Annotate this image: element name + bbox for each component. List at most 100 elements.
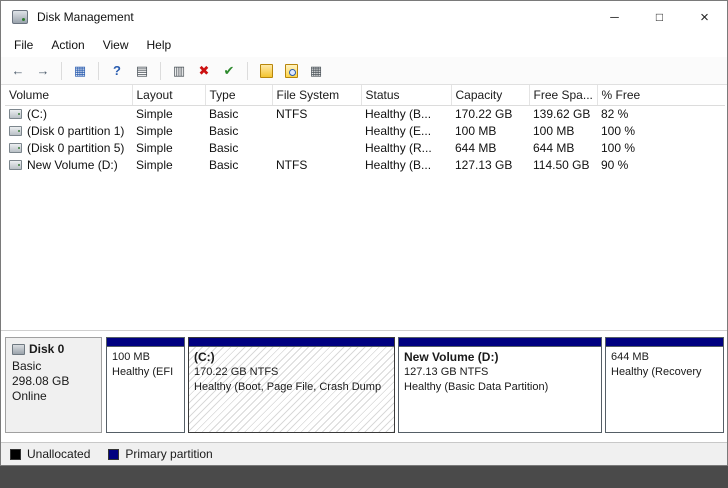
help-icon[interactable]: ? <box>106 61 128 81</box>
cell-capacity: 127.13 GB <box>451 156 529 173</box>
menu-view[interactable]: View <box>94 35 138 55</box>
cell-pct: 90 % <box>597 156 725 173</box>
table-row[interactable]: (C:) Simple Basic NTFS Healthy (B... 170… <box>5 105 725 122</box>
cell-type: Basic <box>205 122 272 139</box>
cell-pct: 82 % <box>597 105 725 122</box>
table-row[interactable]: (Disk 0 partition 1) Simple Basic Health… <box>5 122 725 139</box>
partition-efi[interactable]: 100 MB Healthy (EFI <box>106 337 185 433</box>
disk-icon <box>12 344 25 355</box>
disk-type: Basic <box>12 359 97 374</box>
col-file-system[interactable]: File System <box>272 85 361 105</box>
partition-label: (C:) <box>194 350 389 365</box>
partition-status: Healthy (Basic Data Partition) <box>404 380 596 395</box>
cell-layout: Simple <box>132 156 205 173</box>
cell-status: Healthy (B... <box>361 156 451 173</box>
toolbar: ← → ▦ ? ▤ ▥ ✖ ✔ ▦ <box>1 57 727 85</box>
volume-table: Volume Layout Type File System Status Ca… <box>5 85 725 173</box>
disk0-panel[interactable]: Disk 0 Basic 298.08 GB Online <box>5 337 102 433</box>
cell-free: 139.62 GB <box>529 105 597 122</box>
partition-size: 644 MB <box>611 350 718 365</box>
cell-capacity: 100 MB <box>451 122 529 139</box>
partition-recovery[interactable]: 644 MB Healthy (Recovery <box>605 337 724 433</box>
partition-strip: 100 MB Healthy (EFI (C:) 170.22 GB NTFS … <box>106 337 724 433</box>
console-tree-icon[interactable]: ▦ <box>69 61 91 81</box>
cell-free: 114.50 GB <box>529 156 597 173</box>
minimize-button[interactable]: ─ <box>592 1 637 33</box>
volume-list-pane: Volume Layout Type File System Status Ca… <box>1 85 727 330</box>
cell-pct: 100 % <box>597 122 725 139</box>
menu-action[interactable]: Action <box>42 35 93 55</box>
volume-name: New Volume (D:) <box>27 158 118 172</box>
toolbar-separator <box>61 62 62 80</box>
col-status[interactable]: Status <box>361 85 451 105</box>
partition-c[interactable]: (C:) 170.22 GB NTFS Healthy (Boot, Page … <box>188 337 395 433</box>
back-icon[interactable]: ← <box>7 61 29 81</box>
partition-size: 170.22 GB NTFS <box>194 365 389 380</box>
forward-icon[interactable]: → <box>32 61 54 81</box>
cell-layout: Simple <box>132 122 205 139</box>
cell-status: Healthy (E... <box>361 122 451 139</box>
cell-type: Basic <box>205 139 272 156</box>
cell-type: Basic <box>205 156 272 173</box>
legend-unallocated: Unallocated <box>10 447 90 461</box>
partition-size: 127.13 GB NTFS <box>404 365 596 380</box>
partition-color-bar <box>606 338 723 347</box>
cell-free: 644 MB <box>529 139 597 156</box>
menu-file[interactable]: File <box>5 35 42 55</box>
disk-name: Disk 0 <box>29 342 64 356</box>
menu-help[interactable]: Help <box>138 35 181 55</box>
primary-partition-swatch <box>108 449 119 460</box>
col-capacity[interactable]: Capacity <box>451 85 529 105</box>
app-icon <box>12 10 28 24</box>
cell-layout: Simple <box>132 139 205 156</box>
window-title: Disk Management <box>37 10 134 24</box>
volume-icon <box>9 143 22 153</box>
properties-icon[interactable]: ▥ <box>168 61 190 81</box>
partition-color-bar <box>189 338 394 347</box>
cell-fs <box>272 139 361 156</box>
partition-size: 100 MB <box>112 350 179 365</box>
legend-label: Unallocated <box>27 447 90 461</box>
table-row[interactable]: (Disk 0 partition 5) Simple Basic Health… <box>5 139 725 156</box>
legend-bar: Unallocated Primary partition <box>1 442 727 465</box>
col-layout[interactable]: Layout <box>132 85 205 105</box>
cell-status: Healthy (B... <box>361 105 451 122</box>
partition-d[interactable]: New Volume (D:) 127.13 GB NTFS Healthy (… <box>398 337 602 433</box>
mark-partition-icon[interactable]: ✔ <box>218 61 240 81</box>
col-pct-free[interactable]: % Free <box>597 85 725 105</box>
delete-volume-icon[interactable]: ✖ <box>193 61 215 81</box>
volume-icon <box>9 109 22 119</box>
partition-status: Healthy (Boot, Page File, Crash Dump <box>194 380 389 395</box>
disk-size: 298.08 GB <box>12 374 97 389</box>
col-type[interactable]: Type <box>205 85 272 105</box>
explore-icon[interactable] <box>280 61 302 81</box>
cell-type: Basic <box>205 105 272 122</box>
volume-name: (Disk 0 partition 1) <box>27 124 124 138</box>
disk-management-window: Disk Management ─ □ × File Action View H… <box>0 0 728 466</box>
partition-label: New Volume (D:) <box>404 350 596 365</box>
col-volume[interactable]: Volume <box>5 85 132 105</box>
title-bar: Disk Management ─ □ × <box>1 1 727 33</box>
new-volume-icon[interactable] <box>255 61 277 81</box>
table-row[interactable]: New Volume (D:) Simple Basic NTFS Health… <box>5 156 725 173</box>
partition-status: Healthy (EFI <box>112 365 179 380</box>
cell-capacity: 644 MB <box>451 139 529 156</box>
export-list-icon[interactable]: ▤ <box>131 61 153 81</box>
partition-status: Healthy (Recovery <box>611 365 718 380</box>
close-button[interactable]: × <box>682 1 727 33</box>
toolbar-separator <box>160 62 161 80</box>
menu-bar: File Action View Help <box>1 33 727 57</box>
unallocated-swatch <box>10 449 21 460</box>
cell-layout: Simple <box>132 105 205 122</box>
desktop-background <box>0 466 728 488</box>
toolbar-separator <box>247 62 248 80</box>
graphical-view-pane: Disk 0 Basic 298.08 GB Online 100 MB Hea… <box>1 330 727 442</box>
partition-color-bar <box>107 338 184 347</box>
view-grid-icon[interactable]: ▦ <box>305 61 327 81</box>
toolbar-separator <box>98 62 99 80</box>
volume-icon <box>9 160 22 170</box>
maximize-button[interactable]: □ <box>637 1 682 33</box>
volume-name: (C:) <box>27 107 47 121</box>
col-free-space[interactable]: Free Spa... <box>529 85 597 105</box>
cell-free: 100 MB <box>529 122 597 139</box>
